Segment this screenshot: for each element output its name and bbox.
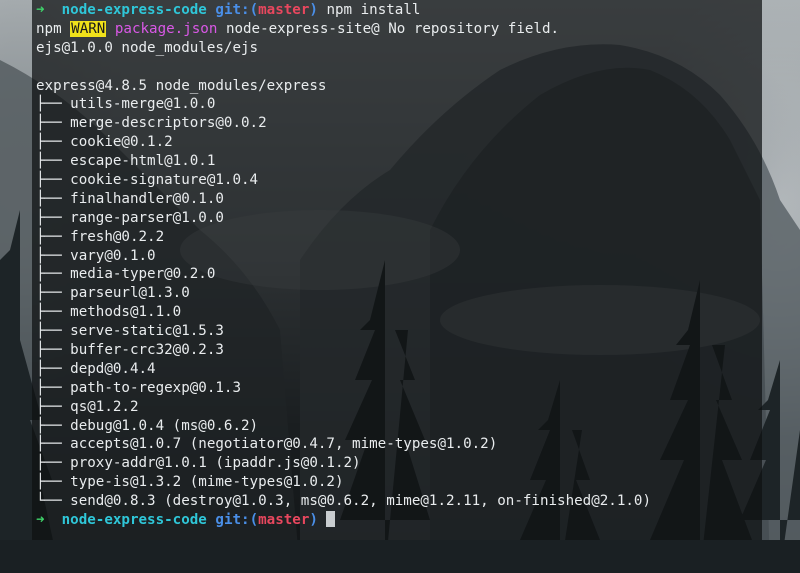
git-branch: master (258, 2, 310, 18)
git-prefix: git:( (215, 512, 259, 529)
tree-branch: ├── (36, 172, 62, 189)
dependency-item: ├── fresh@0.2.2 (32, 228, 762, 247)
dependency-name: vary@0.1.0 (70, 247, 156, 264)
dependency-name: buffer-crc32@0.2.3 (70, 342, 224, 359)
dependency-item: ├── finalhandler@0.1.0 (32, 190, 762, 209)
dependency-item: ├── vary@0.1.0 (32, 247, 762, 266)
tree-branch: ├── (36, 134, 62, 151)
dependency-name: methods@1.1.0 (70, 304, 182, 321)
dependency-name: fresh@0.2.2 (70, 228, 165, 245)
tree-branch: ├── (36, 455, 62, 472)
prompt-line: ➜ node-express-code git:(master) npm ins… (32, 1, 762, 20)
dependency-item: ├── depd@0.4.4 (32, 360, 762, 379)
dependency-tree: ├── utils-merge@1.0.0 ├── merge-descripto… (32, 95, 762, 511)
express-install-line: express@4.8.5 node_modules/express (36, 77, 327, 94)
tree-branch: ├── (36, 285, 62, 302)
tree-branch: ├── (36, 417, 62, 434)
dependency-name: merge-descriptors@0.0.2 (70, 115, 267, 132)
dependency-name: send@0.8.3 (destroy@1.0.3, ms@0.6.2, mim… (70, 493, 652, 510)
tree-branch: ├── (36, 209, 62, 226)
dependency-name: cookie-signature@1.0.4 (70, 172, 259, 189)
dependency-name: accepts@1.0.7 (negotiator@0.4.7, mime-ty… (70, 436, 498, 453)
dependency-name: serve-static@1.5.3 (70, 323, 224, 340)
warn-badge: WARN (70, 20, 107, 37)
tree-branch: ├── (36, 96, 62, 113)
command-text: npm install (326, 2, 421, 18)
dependency-name: path-to-regexp@0.1.3 (70, 379, 242, 396)
tree-branch: ├── (36, 360, 62, 377)
prompt-line-current[interactable]: ➜ node-express-code git:(master) (32, 511, 762, 530)
dependency-item: ├── debug@1.0.4 (ms@0.6.2) (32, 417, 762, 436)
git-suffix: ) (309, 2, 318, 18)
dependency-name: qs@1.2.2 (70, 398, 139, 415)
dependency-item: └── send@0.8.3 (destroy@1.0.3, ms@0.6.2,… (32, 492, 762, 511)
dependency-name: cookie@0.1.2 (70, 134, 173, 151)
prompt-arrow-icon: ➜ (36, 2, 45, 18)
git-prefix: git:( (215, 2, 259, 18)
dependency-item: ├── escape-html@1.0.1 (32, 152, 762, 171)
tree-branch: ├── (36, 153, 62, 170)
tree-branch: ├── (36, 228, 62, 245)
tree-branch: ├── (36, 190, 62, 207)
dependency-item: ├── methods@1.1.0 (32, 303, 762, 322)
npm-label: npm (36, 20, 62, 37)
warn-file: package.json (114, 20, 218, 37)
warn-message: node-express-site@ No repository field. (225, 20, 560, 37)
tree-branch: ├── (36, 304, 62, 321)
tree-branch: ├── (36, 474, 62, 491)
dependency-item: ├── accepts@1.0.7 (negotiator@0.4.7, mim… (32, 435, 762, 454)
tree-branch: ├── (36, 436, 62, 453)
dependency-item: ├── qs@1.2.2 (32, 398, 762, 417)
dependency-item: ├── merge-descriptors@0.0.2 (32, 114, 762, 133)
dependency-item: ├── buffer-crc32@0.2.3 (32, 341, 762, 360)
dependency-item: ├── cookie-signature@1.0.4 (32, 171, 762, 190)
dependency-item: ├── path-to-regexp@0.1.3 (32, 379, 762, 398)
dependency-name: debug@1.0.4 (ms@0.6.2) (70, 417, 259, 434)
dependency-name: proxy-addr@1.0.1 (ipaddr.js@0.1.2) (70, 455, 361, 472)
dependency-item: ├── media-typer@0.2.0 (32, 265, 762, 284)
dependency-name: type-is@1.3.2 (mime-types@1.0.2) (70, 474, 344, 491)
current-directory: node-express-code (61, 512, 207, 529)
dependency-item: ├── cookie@0.1.2 (32, 133, 762, 152)
current-directory: node-express-code (61, 2, 207, 18)
tree-branch: ├── (36, 266, 62, 283)
dependency-name: utils-merge@1.0.0 (70, 96, 216, 113)
dependency-name: depd@0.4.4 (70, 360, 156, 377)
dependency-name: finalhandler@0.1.0 (70, 190, 224, 207)
tree-branch: ├── (36, 115, 62, 132)
desktop: ➜ node-express-code git:(master) npm ins… (0, 0, 800, 573)
dependency-name: media-typer@0.2.0 (70, 266, 216, 283)
dependency-name: escape-html@1.0.1 (70, 153, 216, 170)
git-branch: master (258, 512, 310, 529)
ejs-install-line: ejs@1.0.0 node_modules/ejs (36, 39, 259, 56)
terminal-window[interactable]: ➜ node-express-code git:(master) npm ins… (32, 0, 762, 540)
prompt-arrow-icon: ➜ (36, 512, 45, 529)
dependency-item: ├── range-parser@1.0.0 (32, 209, 762, 228)
dependency-name: parseurl@1.3.0 (70, 285, 190, 302)
tree-branch: ├── (36, 398, 62, 415)
dependency-item: ├── parseurl@1.3.0 (32, 284, 762, 303)
git-suffix: ) (309, 512, 318, 529)
dependency-name: range-parser@1.0.0 (70, 209, 224, 226)
dependency-item: ├── serve-static@1.5.3 (32, 322, 762, 341)
tree-branch: └── (36, 493, 62, 510)
warn-line: npm WARN package.json node-express-site@… (32, 20, 762, 39)
text-cursor[interactable] (326, 511, 336, 528)
tree-branch: ├── (36, 323, 62, 340)
dependency-item: ├── proxy-addr@1.0.1 (ipaddr.js@0.1.2) (32, 454, 762, 473)
dependency-item: ├── type-is@1.3.2 (mime-types@1.0.2) (32, 473, 762, 492)
dependency-item: ├── utils-merge@1.0.0 (32, 95, 762, 114)
tree-branch: ├── (36, 342, 62, 359)
tree-branch: ├── (36, 379, 62, 396)
tree-branch: ├── (36, 247, 62, 264)
